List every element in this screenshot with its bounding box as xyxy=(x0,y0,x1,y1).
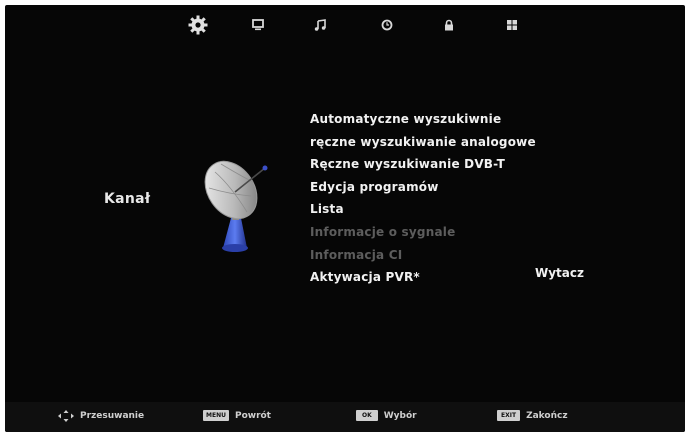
hint-exit: EXIT Zakończ xyxy=(497,410,568,421)
tab-picture[interactable] xyxy=(246,13,270,37)
pvr-activation-value[interactable]: Wytacz xyxy=(535,266,584,280)
hint-back: MENU Powrót xyxy=(203,410,271,421)
music-note-icon xyxy=(314,19,326,31)
tab-time[interactable] xyxy=(375,13,399,37)
gear-icon xyxy=(188,15,208,35)
menu-item-program-edit[interactable]: Edycja programów xyxy=(310,176,536,199)
menu-item-signal-info: Informacje o sygnale xyxy=(310,224,456,239)
tab-settings[interactable] xyxy=(186,13,210,37)
hint-select-label: Wybór xyxy=(383,410,417,421)
satellite-dish-icon xyxy=(204,160,268,252)
clock-icon xyxy=(381,19,393,31)
tab-sound[interactable] xyxy=(308,13,332,37)
grid-icon xyxy=(507,20,517,30)
category-tab-bar xyxy=(5,5,685,45)
ok-key-badge: OK xyxy=(356,410,378,421)
menu-item-pvr-activation[interactable]: Aktywacja PVR* xyxy=(310,266,536,289)
channel-menu: Automatyczne wyszukiwnie ręczne wyszukiw… xyxy=(310,108,536,289)
tab-setup[interactable] xyxy=(500,13,524,37)
tab-lock[interactable] xyxy=(437,13,461,37)
hint-exit-label: Zakończ xyxy=(526,410,568,421)
navigation-arrows-icon xyxy=(58,410,74,422)
hint-back-label: Powrót xyxy=(234,410,271,421)
hint-move: Przesuwanie xyxy=(58,410,144,422)
hint-select: OK Wybór xyxy=(356,410,417,421)
menu-item-ci-info: Informacja CI xyxy=(310,247,403,262)
menu-item-manual-analog-search[interactable]: ręczne wyszukiwanie analogowe xyxy=(310,131,536,154)
lock-icon xyxy=(445,19,453,31)
menu-item-auto-search[interactable]: Automatyczne wyszukiwnie xyxy=(310,108,536,131)
monitor-icon xyxy=(252,19,264,31)
exit-key-badge: EXIT xyxy=(497,410,521,421)
menu-item-manual-dvbt-search[interactable]: Ręczne wyszukiwanie DVB-T xyxy=(310,153,536,176)
menu-key-badge: MENU xyxy=(203,410,229,421)
section-title: Kanał xyxy=(104,191,151,207)
hint-move-label: Przesuwanie xyxy=(80,411,145,421)
menu-item-list[interactable]: Lista xyxy=(310,198,536,221)
tv-menu-screen: Kanał Automatyczne wyszukiwnie ręczne wy… xyxy=(5,5,685,432)
footer-hint-bar: Przesuwanie MENU Powrót OK Wybór EXIT Za… xyxy=(5,402,685,432)
